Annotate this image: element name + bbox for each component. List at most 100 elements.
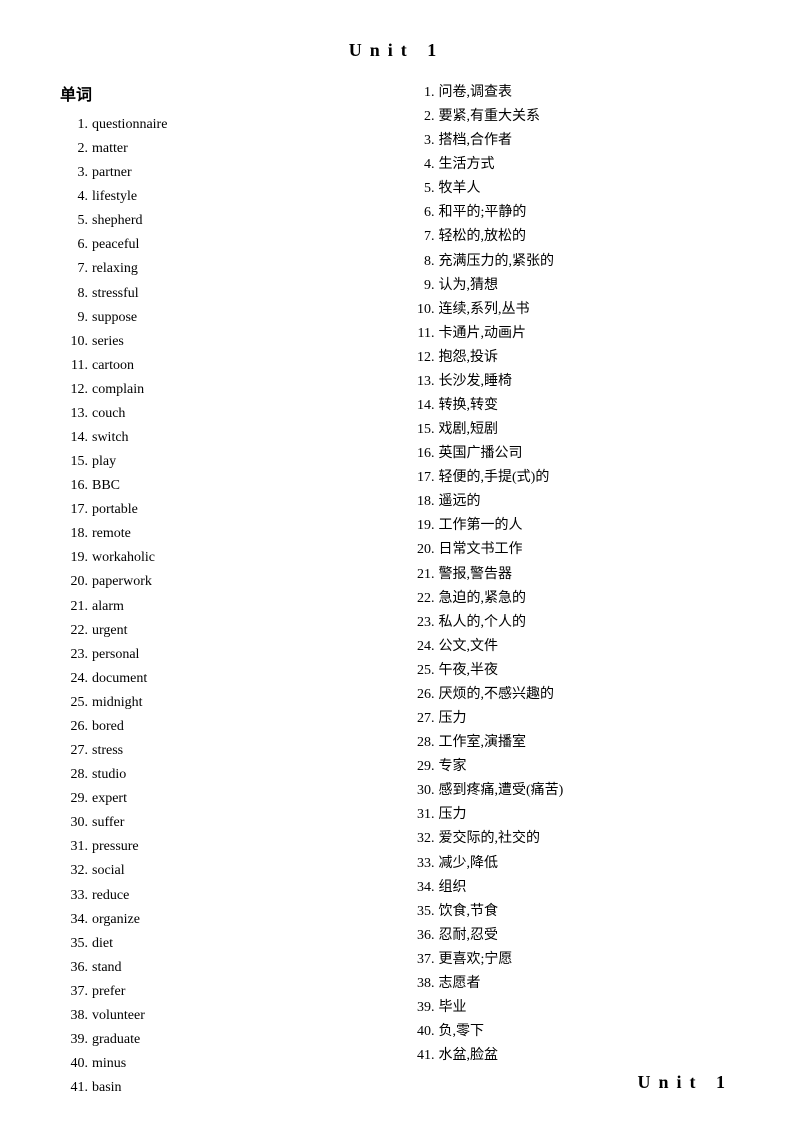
word-text: relaxing xyxy=(92,257,387,281)
list-item: 19.工作第一的人 xyxy=(407,514,734,538)
translation-text: 轻松的,放松的 xyxy=(439,225,734,249)
word-text: paperwork xyxy=(92,570,387,594)
translation-text: 私人的,个人的 xyxy=(439,611,734,635)
list-item: 20.paperwork xyxy=(60,570,387,594)
list-item: 18.遥远的 xyxy=(407,490,734,514)
translation-text: 轻便的,手提(式)的 xyxy=(439,466,734,490)
word-text: portable xyxy=(92,498,387,522)
list-item: 16.BBC xyxy=(60,474,387,498)
translation-text: 生活方式 xyxy=(439,153,734,177)
translation-text: 连续,系列,丛书 xyxy=(439,298,734,322)
translation-number: 13. xyxy=(407,370,435,394)
list-item: 39.毕业 xyxy=(407,996,734,1020)
list-item: 17.轻便的,手提(式)的 xyxy=(407,466,734,490)
list-item: 23.personal xyxy=(60,643,387,667)
word-text: expert xyxy=(92,787,387,811)
list-item: 21.alarm xyxy=(60,595,387,619)
list-item: 6.peaceful xyxy=(60,233,387,257)
translation-number: 8. xyxy=(407,250,435,274)
translation-number: 18. xyxy=(407,490,435,514)
list-item: 38.志愿者 xyxy=(407,972,734,996)
list-item: 36.忍耐,忍受 xyxy=(407,924,734,948)
list-item: 21.警报,警告器 xyxy=(407,563,734,587)
word-number: 30. xyxy=(60,811,88,835)
list-item: 2.matter xyxy=(60,137,387,161)
list-item: 26.厌烦的,不感兴趣的 xyxy=(407,683,734,707)
word-number: 17. xyxy=(60,498,88,522)
word-text: suppose xyxy=(92,306,387,330)
word-text: alarm xyxy=(92,595,387,619)
word-number: 34. xyxy=(60,908,88,932)
word-text: BBC xyxy=(92,474,387,498)
word-number: 7. xyxy=(60,257,88,281)
list-item: 33.减少,降低 xyxy=(407,852,734,876)
translation-number: 21. xyxy=(407,563,435,587)
translation-number: 35. xyxy=(407,900,435,924)
word-number: 1. xyxy=(60,113,88,137)
list-item: 12.complain xyxy=(60,378,387,402)
translation-text: 转换,转变 xyxy=(439,394,734,418)
word-text: organize xyxy=(92,908,387,932)
word-text: partner xyxy=(92,161,387,185)
translation-number: 39. xyxy=(407,996,435,1020)
word-number: 24. xyxy=(60,667,88,691)
word-text: studio xyxy=(92,763,387,787)
list-item: 26.bored xyxy=(60,715,387,739)
word-number: 21. xyxy=(60,595,88,619)
translation-number: 26. xyxy=(407,683,435,707)
list-item: 38.volunteer xyxy=(60,1004,387,1028)
translation-text: 长沙发,睡椅 xyxy=(439,370,734,394)
list-item: 17.portable xyxy=(60,498,387,522)
word-number: 33. xyxy=(60,884,88,908)
list-item: 1.问卷,调查表 xyxy=(407,81,734,105)
word-number: 22. xyxy=(60,619,88,643)
word-text: questionnaire xyxy=(92,113,387,137)
list-item: 16.英国广播公司 xyxy=(407,442,734,466)
word-text: stressful xyxy=(92,282,387,306)
translation-text: 感到疼痛,遭受(痛苦) xyxy=(439,779,734,803)
translation-number: 27. xyxy=(407,707,435,731)
translation-text: 问卷,调查表 xyxy=(439,81,734,105)
list-item: 24.document xyxy=(60,667,387,691)
word-text: personal xyxy=(92,643,387,667)
translation-number: 4. xyxy=(407,153,435,177)
word-text: bored xyxy=(92,715,387,739)
list-item: 14.switch xyxy=(60,426,387,450)
translation-text: 日常文书工作 xyxy=(439,538,734,562)
translation-text: 午夜,半夜 xyxy=(439,659,734,683)
word-text: minus xyxy=(92,1052,387,1076)
translation-number: 29. xyxy=(407,755,435,779)
word-text: diet xyxy=(92,932,387,956)
translation-number: 7. xyxy=(407,225,435,249)
list-item: 34.组织 xyxy=(407,876,734,900)
translation-number: 30. xyxy=(407,779,435,803)
list-item: 34.organize xyxy=(60,908,387,932)
list-item: 31.压力 xyxy=(407,803,734,827)
translation-text: 工作室,演播室 xyxy=(439,731,734,755)
list-item: 6.和平的;平静的 xyxy=(407,201,734,225)
list-item: 12.抱怨,投诉 xyxy=(407,346,734,370)
list-item: 20.日常文书工作 xyxy=(407,538,734,562)
list-item: 10.series xyxy=(60,330,387,354)
word-text: stand xyxy=(92,956,387,980)
word-number: 4. xyxy=(60,185,88,209)
word-number: 29. xyxy=(60,787,88,811)
translation-number: 11. xyxy=(407,322,435,346)
list-item: 22.urgent xyxy=(60,619,387,643)
word-text: basin xyxy=(92,1076,387,1100)
translation-text: 充满压力的,紧张的 xyxy=(439,250,734,274)
translation-text: 饮食,节食 xyxy=(439,900,734,924)
translation-text: 压力 xyxy=(439,707,734,731)
word-number: 8. xyxy=(60,282,88,306)
list-item: 27.stress xyxy=(60,739,387,763)
word-number: 6. xyxy=(60,233,88,257)
translation-number: 16. xyxy=(407,442,435,466)
translation-number: 14. xyxy=(407,394,435,418)
list-item: 39.graduate xyxy=(60,1028,387,1052)
word-number: 27. xyxy=(60,739,88,763)
word-text: urgent xyxy=(92,619,387,643)
translation-text: 更喜欢;宁愿 xyxy=(439,948,734,972)
list-item: 35.diet xyxy=(60,932,387,956)
translation-text: 负,零下 xyxy=(439,1020,734,1044)
word-number: 12. xyxy=(60,378,88,402)
